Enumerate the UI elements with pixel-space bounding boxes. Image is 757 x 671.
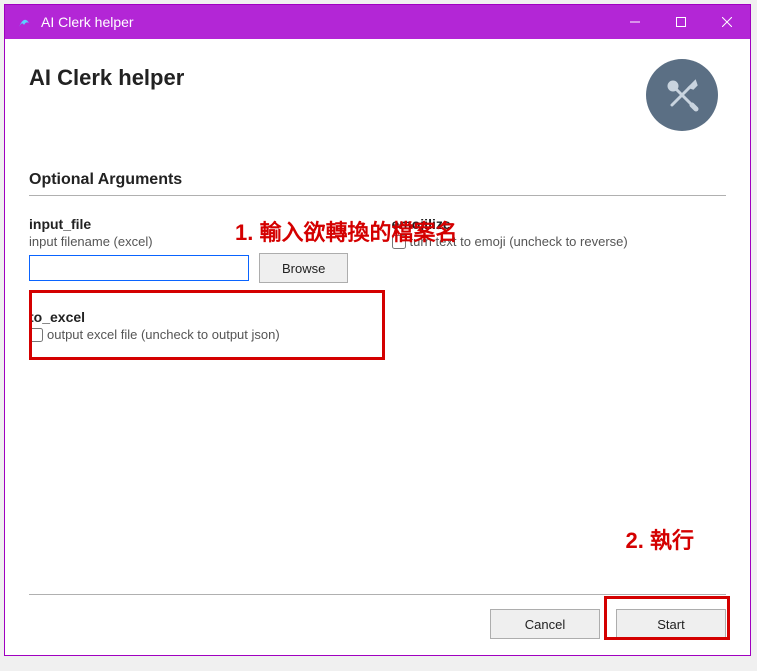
to-excel-checkbox[interactable] xyxy=(29,328,43,342)
input-file-desc: input filename (excel) xyxy=(29,234,364,249)
maximize-button[interactable] xyxy=(658,5,704,39)
to-excel-label: to_excel xyxy=(29,309,364,325)
emojilize-label: emojilize xyxy=(392,216,727,232)
left-column: input_file input filename (excel) Browse… xyxy=(29,216,364,342)
window-controls xyxy=(612,5,750,39)
titlebar: AI Clerk helper xyxy=(5,5,750,39)
input-file-label: input_file xyxy=(29,216,364,232)
cancel-button[interactable]: Cancel xyxy=(490,609,600,639)
to-excel-group: to_excel output excel file (uncheck to o… xyxy=(29,309,364,342)
section-title: Optional Arguments xyxy=(29,171,182,189)
form-area: input_file input filename (excel) Browse… xyxy=(29,216,726,342)
to-excel-checkbox-label: output excel file (uncheck to output jso… xyxy=(47,327,280,342)
header-row: AI Clerk helper xyxy=(29,59,726,131)
annotation-2: 2. 執行 xyxy=(626,523,694,555)
minimize-button[interactable] xyxy=(612,5,658,39)
to-excel-checkbox-row[interactable]: output excel file (uncheck to output jso… xyxy=(29,327,364,342)
titlebar-title: AI Clerk helper xyxy=(41,14,612,30)
page-title: AI Clerk helper xyxy=(29,65,184,91)
input-file-row: Browse xyxy=(29,253,364,283)
settings-icon[interactable] xyxy=(646,59,718,131)
browse-button[interactable]: Browse xyxy=(259,253,348,283)
start-button[interactable]: Start xyxy=(616,609,726,639)
content-area: AI Clerk helper Optional Arguments 1. 輸入… xyxy=(5,39,750,655)
section-header: Optional Arguments xyxy=(29,171,726,196)
app-window: AI Clerk helper AI Clerk helper xyxy=(4,4,751,656)
emojilize-checkbox-label: turn text to emoji (uncheck to reverse) xyxy=(410,234,628,249)
close-button[interactable] xyxy=(704,5,750,39)
app-icon xyxy=(15,13,33,31)
footer: Cancel Start xyxy=(29,594,726,639)
right-column: emojilize turn text to emoji (uncheck to… xyxy=(392,216,727,342)
emojilize-checkbox-row[interactable]: turn text to emoji (uncheck to reverse) xyxy=(392,234,727,249)
input-file-field[interactable] xyxy=(29,255,249,281)
emojilize-checkbox[interactable] xyxy=(392,235,406,249)
